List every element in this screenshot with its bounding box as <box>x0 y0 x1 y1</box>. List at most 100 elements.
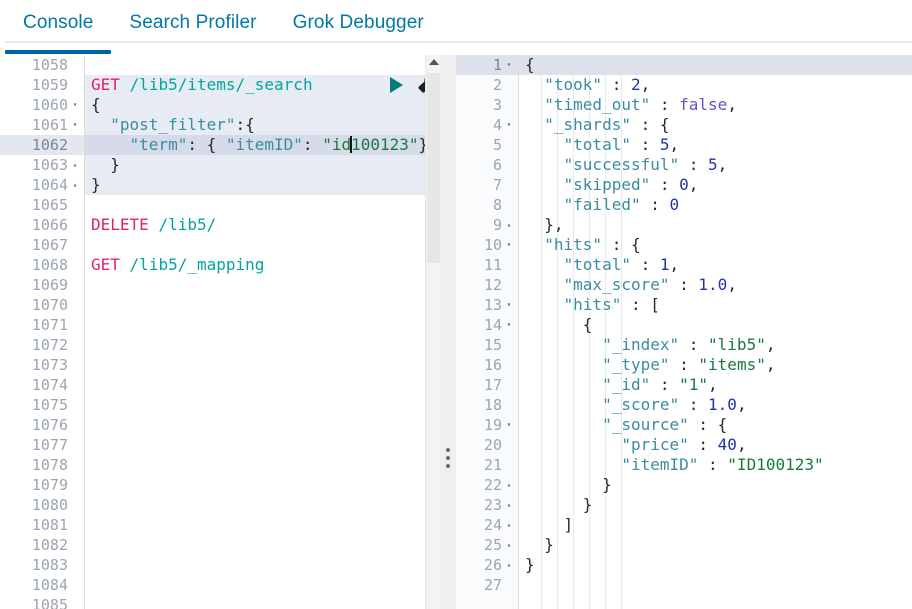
json-punctuation: , <box>727 275 737 294</box>
http-method: GET <box>91 75 120 94</box>
console-editors: 1058 1059 1060 ▾ 1061 ▾ 1062 1063 ▴ 1064 ▴ 1065 1066… <box>0 55 912 609</box>
fold-open-icon[interactable]: ▾ <box>503 295 515 315</box>
response-code-line[interactable]: "_index" : "lib5", <box>519 335 912 355</box>
request-code-line[interactable]: "post_filter":{ <box>85 115 440 135</box>
http-method: GET <box>91 255 120 274</box>
json-number: 40 <box>717 435 737 454</box>
json-punctuation: : <box>679 395 709 414</box>
fold-close-icon[interactable]: ▴ <box>503 515 515 535</box>
response-code-line[interactable]: { <box>519 55 912 75</box>
response-code-line[interactable]: "_id" : "1", <box>519 375 912 395</box>
response-editor-code[interactable]: { "took" : 2, "timed_out" : false, "_sha… <box>518 55 912 609</box>
request-code-line[interactable] <box>85 315 440 335</box>
scroll-up-arrow-icon[interactable] <box>429 59 439 65</box>
request-code-line[interactable] <box>85 555 440 575</box>
response-code-line[interactable]: "failed" : 0 <box>519 195 912 215</box>
request-editor-scrollbar[interactable] <box>425 55 440 609</box>
tab-search-profiler[interactable]: Search Profiler <box>111 0 274 45</box>
request-code-line[interactable] <box>85 455 440 475</box>
json-punctuation: { <box>525 315 593 334</box>
fold-open-icon[interactable]: ▾ <box>69 95 81 115</box>
response-code-line[interactable]: "took" : 2, <box>519 75 912 95</box>
request-code-line[interactable] <box>85 475 440 495</box>
json-punctuation: } <box>525 555 535 574</box>
response-line-number: 23 ▴ <box>456 495 518 515</box>
request-code-line[interactable] <box>85 235 440 255</box>
code-token: { <box>91 95 101 114</box>
pane-resizer[interactable] <box>440 55 456 609</box>
response-code-line[interactable]: "hits" : [ <box>519 295 912 315</box>
response-code-line[interactable]: "total" : 1, <box>519 255 912 275</box>
fold-close-icon[interactable]: ▴ <box>503 535 515 555</box>
request-code-line[interactable] <box>85 375 440 395</box>
request-code-line[interactable] <box>85 515 440 535</box>
response-code-line[interactable]: "price" : 40, <box>519 435 912 455</box>
request-code-line[interactable]: GET /lib5/items/_search <box>85 75 440 95</box>
request-code-line[interactable] <box>85 195 440 215</box>
request-code-line[interactable] <box>85 355 440 375</box>
fold-close-icon[interactable]: ▴ <box>503 475 515 495</box>
response-code-line[interactable]: "itemID" : "ID100123" <box>519 455 912 475</box>
tab-console[interactable]: Console <box>5 0 112 54</box>
request-code-line[interactable]: "term": { "itemID": "id100123"} <box>85 135 440 155</box>
play-icon[interactable] <box>390 77 403 93</box>
request-code-line[interactable] <box>85 415 440 435</box>
request-editor-code[interactable]: GET /lib5/items/_search{ "post_filter":{… <box>84 55 440 609</box>
request-code-line[interactable]: DELETE /lib5/ <box>85 215 440 235</box>
fold-open-icon[interactable]: ▾ <box>503 55 515 75</box>
response-code-line[interactable]: "_shards" : { <box>519 115 912 135</box>
json-key: "term" <box>129 135 188 154</box>
request-code-line[interactable] <box>85 275 440 295</box>
response-code-line[interactable]: { <box>519 315 912 335</box>
response-code-line[interactable]: }, <box>519 215 912 235</box>
request-code-line[interactable] <box>85 575 440 595</box>
response-code-line[interactable]: "timed_out" : false, <box>519 95 912 115</box>
response-code-line[interactable]: "_type" : "items", <box>519 355 912 375</box>
request-code-line[interactable] <box>85 595 440 609</box>
response-code-line[interactable]: } <box>519 535 912 555</box>
request-code-line[interactable] <box>85 335 440 355</box>
request-code-line[interactable] <box>85 295 440 315</box>
fold-open-icon[interactable]: ▾ <box>503 315 515 335</box>
response-code-line[interactable]: } <box>519 475 912 495</box>
request-line-number: 1071 <box>31 316 68 334</box>
response-code-line[interactable]: "skipped" : 0, <box>519 175 912 195</box>
json-punctuation <box>525 395 602 414</box>
response-code-line[interactable]: "_score" : 1.0, <box>519 395 912 415</box>
response-code-line[interactable]: "hits" : { <box>519 235 912 255</box>
fold-open-icon[interactable]: ▾ <box>69 115 81 135</box>
response-code-line[interactable]: "total" : 5, <box>519 135 912 155</box>
fold-close-icon[interactable]: ▴ <box>503 215 515 235</box>
response-code-line[interactable]: ] <box>519 515 912 535</box>
fold-open-icon[interactable]: ▾ <box>503 415 515 435</box>
fold-close-icon[interactable]: ▴ <box>69 155 81 175</box>
request-code-line[interactable] <box>85 495 440 515</box>
response-code-line[interactable]: "_source" : { <box>519 415 912 435</box>
response-code-line[interactable]: } <box>519 495 912 515</box>
resize-grip-icon[interactable] <box>446 448 450 468</box>
request-code-line[interactable]: } <box>85 155 440 175</box>
tab-grok-debugger[interactable]: Grok Debugger <box>275 0 442 45</box>
request-code-line[interactable] <box>85 535 440 555</box>
response-code-line[interactable]: } <box>519 555 912 575</box>
response-code-line[interactable] <box>519 575 912 595</box>
fold-open-icon[interactable]: ▾ <box>503 115 515 135</box>
request-code-line[interactable] <box>85 55 440 75</box>
response-line-number: 13 ▾ <box>456 295 518 315</box>
fold-close-icon[interactable]: ▴ <box>503 555 515 575</box>
json-key: "failed" <box>563 195 641 214</box>
request-code-line[interactable] <box>85 395 440 415</box>
request-code-line[interactable]: GET /lib5/_mapping <box>85 255 440 275</box>
scrollbar-thumb[interactable] <box>427 73 440 263</box>
fold-open-icon[interactable]: ▾ <box>503 235 515 255</box>
request-line-number: 1074 <box>31 376 68 394</box>
response-code-line[interactable]: "successful" : 5, <box>519 155 912 175</box>
request-code-line[interactable]: { <box>85 95 440 115</box>
fold-close-icon[interactable]: ▴ <box>503 495 515 515</box>
response-line-number: 7 <box>492 176 502 194</box>
response-code-line[interactable]: "max_score" : 1.0, <box>519 275 912 295</box>
request-code-line[interactable] <box>85 435 440 455</box>
fold-close-icon[interactable]: ▴ <box>69 175 81 195</box>
request-code-line[interactable]: } <box>85 175 440 195</box>
